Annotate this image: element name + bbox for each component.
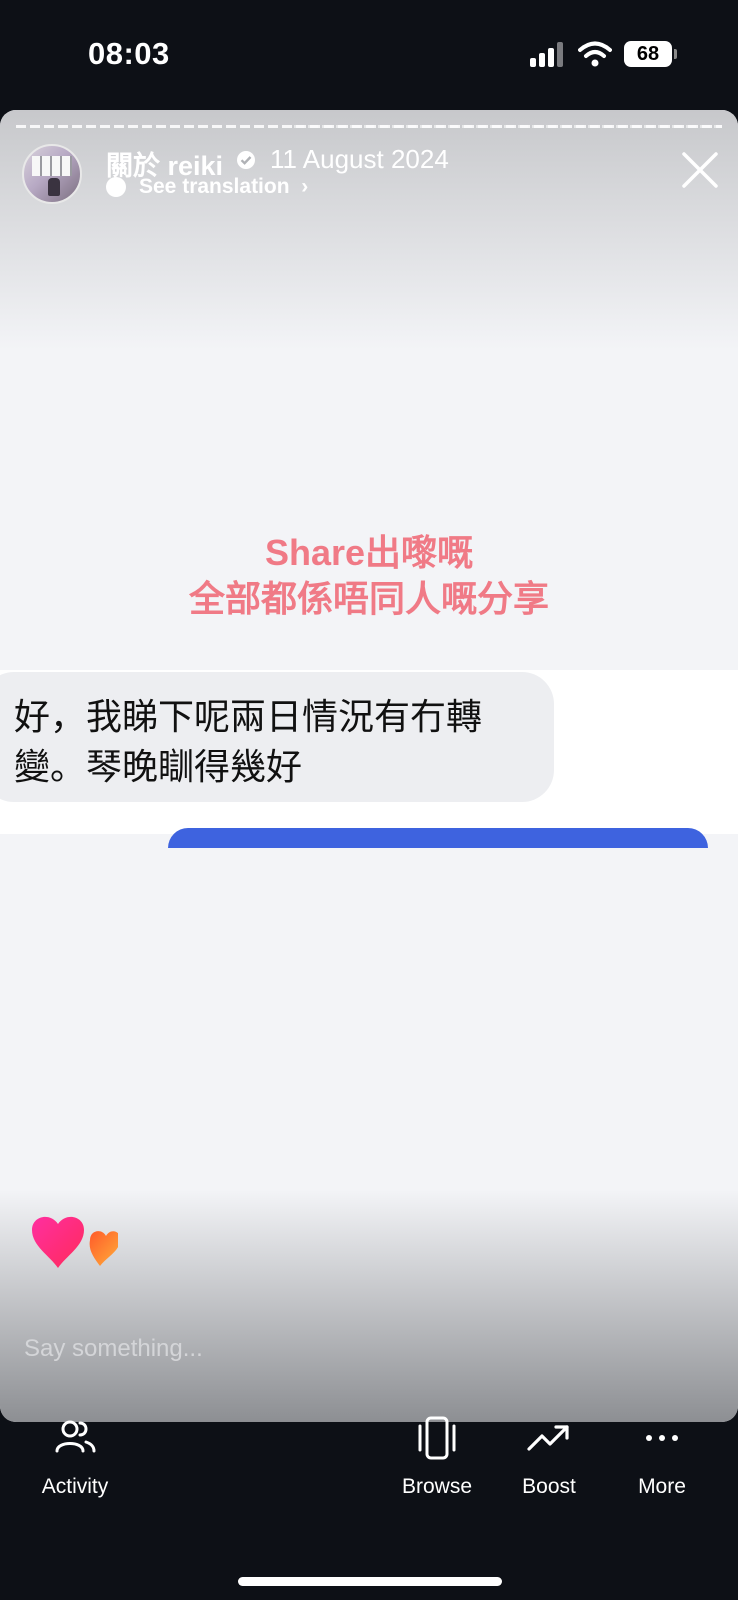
status-bar: 08:03 68: [0, 0, 738, 110]
browse-label: Browse: [401, 1475, 473, 1498]
wifi-icon: [578, 41, 612, 67]
trend-up-icon: [527, 1425, 569, 1451]
caption-line-2: 全部都係唔同人嘅分享: [188, 578, 549, 619]
home-indicator[interactable]: [238, 1577, 502, 1586]
people-icon: [55, 1420, 96, 1453]
signal-icon: [530, 41, 566, 67]
chat-message-text: 好，我睇下呢兩日情況有冇轉變。琴晚瞓得幾好: [14, 696, 483, 787]
chevron-right-icon: ›: [295, 175, 309, 198]
story-progress-remaining: [294, 125, 722, 128]
see-translation-link[interactable]: See translation ›: [139, 175, 308, 199]
status-time: 08:03: [88, 36, 170, 71]
see-translation-label: See translation: [139, 175, 290, 198]
battery-indicator: 68: [624, 41, 672, 67]
comment-input[interactable]: Say something...: [24, 1335, 203, 1363]
close-icon[interactable]: [680, 150, 720, 190]
story-caption: Share出嚟嘅 全部都係唔同人嘅分享: [0, 530, 738, 622]
caption-line-1: Share出嚟嘅: [264, 532, 474, 573]
story-viewer[interactable]: 關於 reiki 11 August 2024 See translation …: [0, 110, 738, 1422]
more-button[interactable]: More: [602, 1415, 722, 1499]
verified-badge-icon: [237, 151, 255, 169]
phone-frame-icon: [418, 1416, 456, 1460]
boost-button[interactable]: Boost: [489, 1415, 609, 1499]
heart-reaction-icon[interactable]: [28, 1210, 118, 1280]
activity-label: Activity: [41, 1475, 109, 1498]
battery-tip: [674, 49, 677, 59]
boost-label: Boost: [522, 1475, 576, 1498]
activity-button[interactable]: Activity: [15, 1415, 135, 1499]
page-avatar[interactable]: [22, 144, 82, 204]
story-date: 11 August 2024: [270, 144, 449, 174]
more-dots-icon: [646, 1435, 678, 1441]
reply-bubble-edge: [168, 828, 708, 848]
more-label: More: [638, 1475, 686, 1498]
translate-bubble-icon: [106, 177, 126, 197]
browse-button[interactable]: Browse: [377, 1415, 497, 1499]
